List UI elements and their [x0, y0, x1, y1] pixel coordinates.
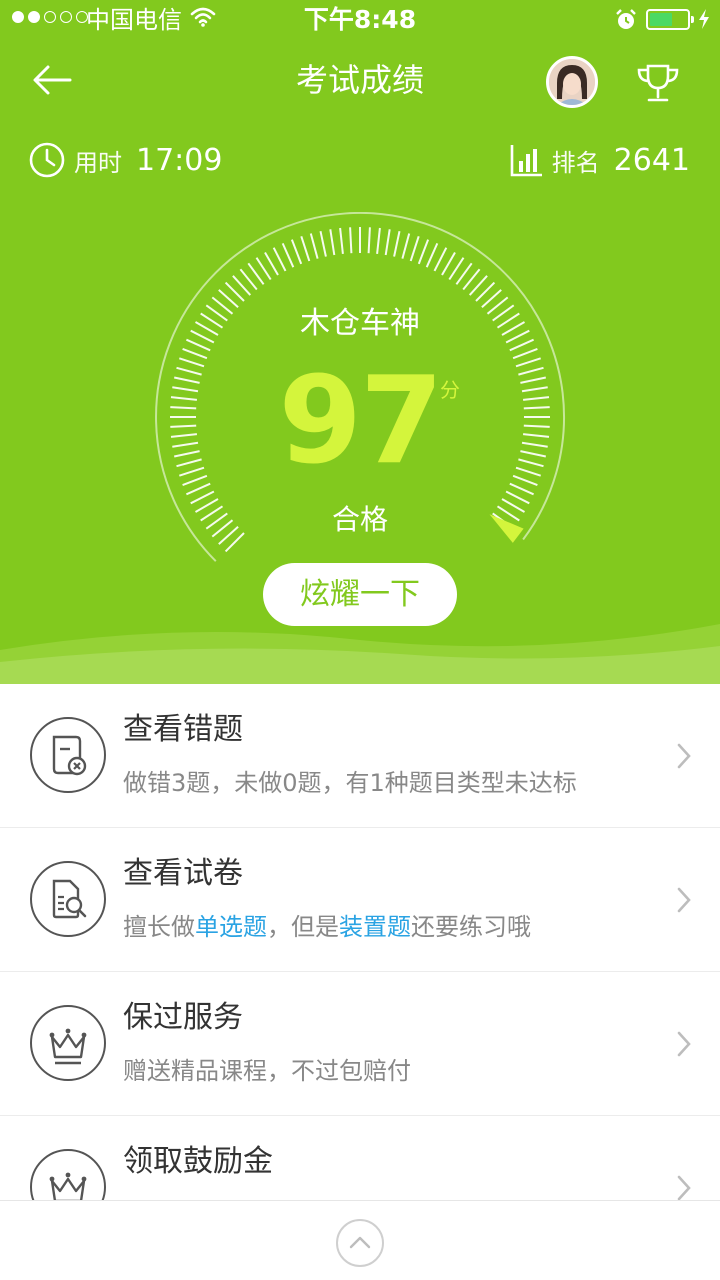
item-description: 赠送精品课程，不过包赔付: [123, 1057, 411, 1085]
item-title: 查看错题: [123, 712, 243, 747]
gauge-tick: [384, 229, 391, 256]
scroll-up-button[interactable]: [336, 1219, 384, 1267]
time-label: 用时: [74, 148, 122, 177]
battery-icon: [646, 9, 694, 30]
gauge-tick: [367, 227, 371, 254]
chevron-right-icon: [677, 1031, 691, 1057]
status-bar: 中国电信 下午8:48: [0, 0, 720, 40]
clock-icon: [29, 142, 65, 178]
item-description: 擅长做单选题，但是装置题还要练习哦: [123, 913, 531, 941]
highlight-single-choice: 单选题: [195, 913, 267, 941]
action-list: 查看错题 做错3题，未做0题，有1种题目类型未达标 查看试卷 擅长做单选题，但是…: [0, 684, 720, 1260]
gauge-tick: [290, 239, 303, 265]
gauge-tick: [425, 242, 439, 268]
gauge-tick: [329, 229, 336, 256]
item-title: 查看试卷: [123, 856, 243, 891]
chevron-right-icon: [677, 1175, 691, 1201]
list-item-view-paper[interactable]: 查看试卷 擅长做单选题，但是装置题还要练习哦: [0, 828, 720, 972]
gauge-tick: [309, 233, 319, 259]
list-item-wrong-questions[interactable]: 查看错题 做错3题，未做0题，有1种题目类型未达标: [0, 684, 720, 828]
gauge-tick: [409, 235, 420, 262]
chevron-up-icon: [349, 1236, 371, 1249]
item-description: 做错3题，未做0题，有1种题目类型未达标: [123, 769, 577, 797]
gauge-tick: [349, 227, 353, 254]
gauge-tick: [339, 227, 344, 255]
rank-label: 排名: [551, 148, 600, 177]
list-item-pass-service[interactable]: 保过服务 赠送精品课程，不过包赔付: [0, 972, 720, 1116]
chevron-right-icon: [677, 887, 691, 913]
item-title: 领取鼓励金: [123, 1144, 273, 1179]
gauge-tick: [393, 230, 401, 257]
charging-icon: [699, 9, 709, 29]
bar-chart-icon: [510, 145, 542, 177]
avatar[interactable]: [546, 56, 598, 108]
time-value: 17:09: [136, 142, 223, 178]
crown-icon: [30, 1005, 106, 1081]
gauge-tick: [319, 230, 327, 257]
rank[interactable]: 排名 2641: [510, 140, 690, 180]
wrong-questions-icon: [30, 717, 106, 793]
pass-result: 合格: [331, 503, 388, 536]
bottom-bar: [0, 1200, 720, 1280]
trophy-icon[interactable]: [634, 58, 682, 106]
gauge-tick: [300, 235, 311, 262]
score-title: 木仓车神: [300, 306, 420, 341]
time-used: 用时 17:09: [28, 140, 222, 180]
gauge-tick: [376, 227, 381, 255]
item-title: 保过服务: [123, 1000, 243, 1035]
chevron-right-icon: [677, 743, 691, 769]
alarm-icon: [616, 9, 636, 29]
gauge-tick: [417, 239, 430, 265]
gauge-tick: [401, 233, 411, 259]
gauge-tick: [272, 247, 287, 272]
score-unit: 分: [440, 378, 460, 402]
status-time: 下午8:48: [303, 5, 417, 34]
page-title: 考试成绩: [295, 61, 424, 99]
rank-value: 2641: [613, 142, 690, 178]
search-paper-icon: [30, 861, 106, 937]
score-value: 97: [278, 352, 444, 491]
show-off-button[interactable]: 炫耀一下: [263, 563, 457, 626]
gauge-tick: [433, 247, 448, 272]
gauge-tick: [441, 251, 456, 276]
gauge-tick: [264, 251, 279, 276]
gauge-tick: [281, 242, 295, 268]
highlight-device-questions: 装置题: [339, 913, 411, 941]
score-hero: 中国电信 下午8:48 考试成绩 用时 17:09 排名 2641 木仓车神 9…: [0, 0, 720, 684]
